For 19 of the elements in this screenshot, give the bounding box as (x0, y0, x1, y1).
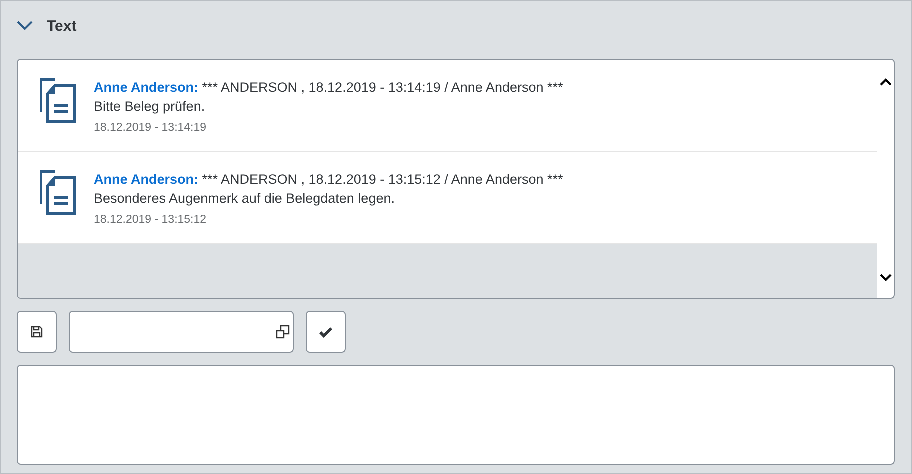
value-help-icon[interactable] (276, 325, 290, 339)
expand-toggle[interactable] (17, 21, 33, 31)
document-icon (40, 170, 78, 216)
note-header: Anne Anderson: *** ANDERSON , 18.12.2019 - 13:14:19 / Anne Anderson *** (94, 79, 564, 97)
note-timestamp: 18.12.2019 - 13:14:19 (94, 122, 208, 134)
input-field[interactable] (69, 311, 294, 353)
scroll-down-icon[interactable] (880, 274, 892, 282)
floppy-disk-icon (31, 326, 43, 338)
scroll-up-icon[interactable] (880, 78, 892, 86)
save-button[interactable] (17, 311, 57, 353)
checkmark-icon (319, 326, 333, 338)
note-header: Anne Anderson: *** ANDERSON , 18.12.2019 - 13:15:12 / Anne Anderson *** (94, 171, 564, 189)
note-timestamp: 18.12.2019 - 13:15:12 (94, 214, 208, 226)
section-title: Text (47, 18, 77, 34)
note-text: Besonderes Augenmerk auf die Belegdaten legen. (94, 190, 396, 208)
text-area[interactable] (17, 365, 895, 465)
confirm-button[interactable] (306, 311, 346, 353)
note-text: Bitte Beleg prüfen. (94, 98, 206, 116)
document-icon (40, 78, 78, 124)
